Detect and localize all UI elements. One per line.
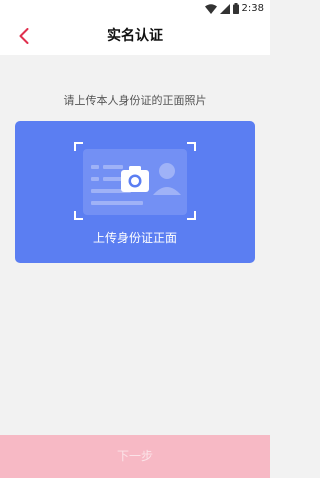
status-icons: 2:38 bbox=[204, 2, 264, 15]
wifi-icon bbox=[204, 3, 217, 14]
id-front-upload-card[interactable]: 上传身份证正面 bbox=[15, 121, 255, 263]
signal-icon bbox=[219, 3, 230, 14]
nav-bar: 实名认证 bbox=[0, 17, 270, 55]
page-title: 实名认证 bbox=[107, 28, 163, 44]
status-bar: 2:38 bbox=[0, 0, 270, 17]
battery-icon bbox=[232, 3, 239, 14]
upload-card-label: 上传身份证正面 bbox=[92, 231, 177, 245]
next-step-button[interactable]: 下一步 bbox=[0, 435, 270, 478]
status-time: 2:38 bbox=[241, 3, 264, 14]
upload-instruction: 请上传本人身份证的正面照片 bbox=[63, 94, 207, 107]
